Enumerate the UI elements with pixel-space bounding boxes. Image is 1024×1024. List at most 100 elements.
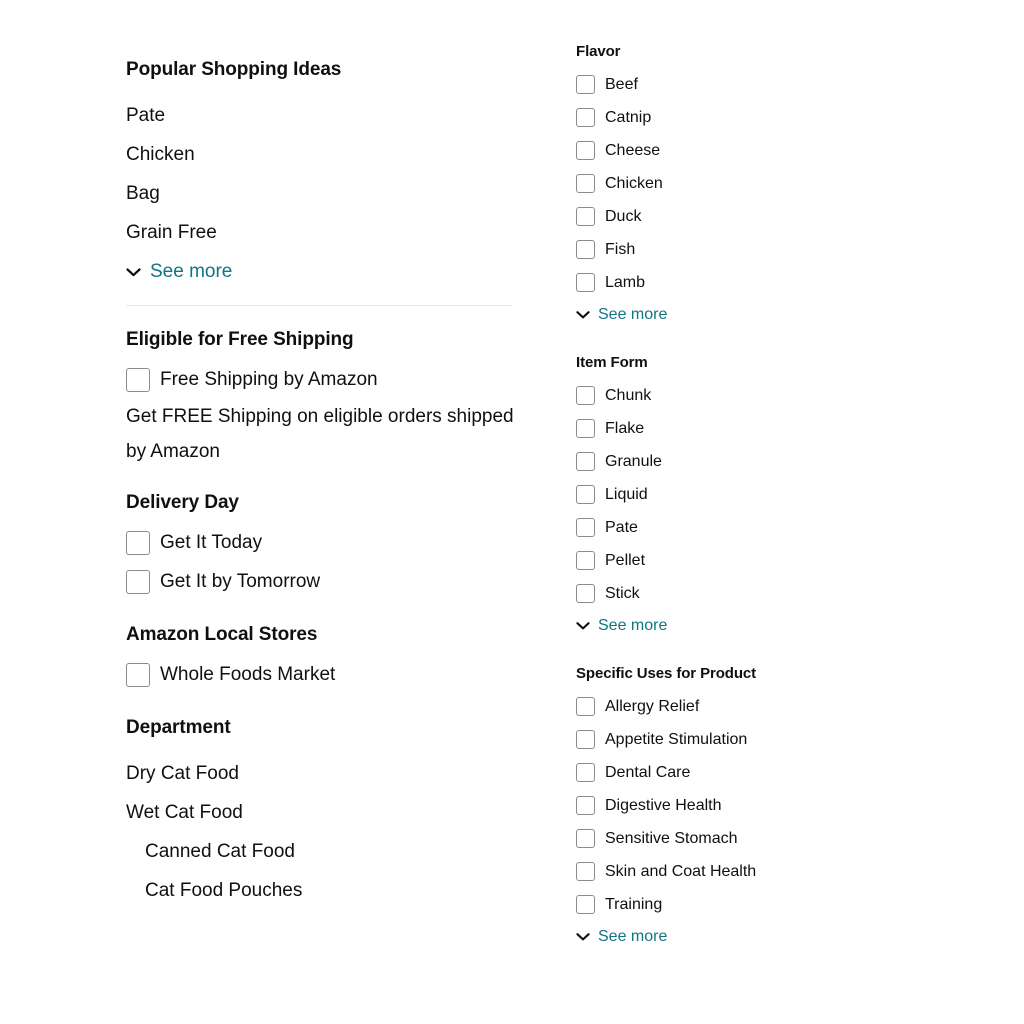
see-more-label: See more xyxy=(598,617,668,634)
filter-checkbox-label: Allergy Relief xyxy=(605,698,700,715)
filter-checkbox-row[interactable]: Pellet xyxy=(576,544,906,577)
chevron-down-icon xyxy=(576,620,590,632)
checkbox-icon[interactable] xyxy=(576,551,595,570)
filter-checkbox-label: Liquid xyxy=(605,486,648,503)
filter-checkbox-row[interactable]: Whole Foods Market xyxy=(126,655,526,694)
filter-checkbox-row[interactable]: Get It by Tomorrow xyxy=(126,562,526,601)
filter-checkbox-row[interactable]: Chunk xyxy=(576,379,906,412)
see-more-button-flavor[interactable]: See more xyxy=(576,301,906,329)
section-divider xyxy=(126,305,512,306)
filter-checkbox-row[interactable]: Chicken xyxy=(576,167,906,200)
filter-checkbox-row[interactable]: Skin and Coat Health xyxy=(576,855,906,888)
checkbox-icon[interactable] xyxy=(576,207,595,226)
checkbox-icon[interactable] xyxy=(576,419,595,438)
filter-checkbox-label: Cheese xyxy=(605,142,661,159)
filter-checkbox-label: Fish xyxy=(605,241,636,258)
filter-checkbox-row[interactable]: Dental Care xyxy=(576,756,906,789)
filter-link[interactable]: Cat Food Pouches xyxy=(126,871,526,910)
chevron-down-icon xyxy=(126,266,141,279)
filter-checkbox-row[interactable]: Catnip xyxy=(576,101,906,134)
filter-checkbox-label: Duck xyxy=(605,208,642,225)
filter-checkbox-row[interactable]: Flake xyxy=(576,412,906,445)
filter-options-list: Free Shipping by Amazon xyxy=(126,360,526,399)
see-more-button-item-form[interactable]: See more xyxy=(576,612,906,640)
filter-link[interactable]: Grain Free xyxy=(126,213,526,252)
filter-checkbox-row[interactable]: Pate xyxy=(576,511,906,544)
filter-checkbox-row[interactable]: Appetite Stimulation xyxy=(576,723,906,756)
see-more-label: See more xyxy=(598,928,668,945)
free-shipping-help-text: Get FREE Shipping on eligible orders shi… xyxy=(126,406,514,462)
checkbox-icon[interactable] xyxy=(576,796,595,815)
checkbox-icon[interactable] xyxy=(576,763,595,782)
checkbox-icon[interactable] xyxy=(576,174,595,193)
checkbox-icon[interactable] xyxy=(576,386,595,405)
checkbox-icon[interactable] xyxy=(576,697,595,716)
filter-checkbox-row[interactable]: Duck xyxy=(576,200,906,233)
filter-checkbox-row[interactable]: Granule xyxy=(576,445,906,478)
filter-options-list: Pate Chicken Bag Grain Free xyxy=(126,96,526,252)
filter-section-specific-uses-for-product: Specific Uses for Product Allergy Relief A… xyxy=(576,664,906,951)
filter-checkbox-row[interactable]: Liquid xyxy=(576,478,906,511)
filter-checkbox-label: Stick xyxy=(605,585,640,602)
filter-checkbox-label: Dental Care xyxy=(605,764,691,781)
filter-link[interactable]: Dry Cat Food xyxy=(126,754,526,793)
filter-section-amazon-local-stores: Amazon Local Stores Whole Foods Market xyxy=(126,623,526,694)
checkbox-icon[interactable] xyxy=(126,569,150,594)
filter-checkbox-label: Chicken xyxy=(605,175,663,192)
checkbox-icon[interactable] xyxy=(576,75,595,94)
checkbox-icon[interactable] xyxy=(576,108,595,127)
checkbox-icon[interactable] xyxy=(576,862,595,881)
filter-checkbox-label: Training xyxy=(605,896,663,913)
checkbox-icon[interactable] xyxy=(576,829,595,848)
filter-link[interactable]: Wet Cat Food xyxy=(126,793,526,832)
see-more-label: See more xyxy=(598,306,668,323)
checkbox-icon[interactable] xyxy=(576,730,595,749)
section-title-item-form: Item Form xyxy=(576,354,648,371)
filter-section-popular-shopping-ideas: Popular Shopping Ideas Pate Chicken Bag Grai… xyxy=(126,58,526,288)
filter-checkbox-row[interactable]: Beef xyxy=(576,68,906,101)
filter-checkbox-label: Skin and Coat Health xyxy=(605,863,757,880)
filter-sidebar-panel: Popular Shopping Ideas Pate Chicken Bag Grai… xyxy=(0,0,1024,1024)
filter-checkbox-label: Pate xyxy=(605,519,638,536)
checkbox-icon[interactable] xyxy=(576,141,595,160)
filter-checkbox-row[interactable]: Get It Today xyxy=(126,523,526,562)
checkbox-icon[interactable] xyxy=(126,530,150,555)
checkbox-icon[interactable] xyxy=(576,584,595,603)
see-more-label: See more xyxy=(150,261,233,282)
checkbox-icon[interactable] xyxy=(126,367,150,392)
filter-checkbox-label: Granule xyxy=(605,453,662,470)
section-title-amazon-local-stores: Amazon Local Stores xyxy=(126,624,318,645)
section-title-eligible-for-free-shipping: Eligible for Free Shipping xyxy=(126,329,354,350)
filter-checkbox-row[interactable]: Training xyxy=(576,888,906,921)
checkbox-icon[interactable] xyxy=(576,240,595,259)
section-title-flavor: Flavor xyxy=(576,43,621,60)
filter-link[interactable]: Bag xyxy=(126,174,526,213)
checkbox-icon[interactable] xyxy=(576,518,595,537)
filter-link[interactable]: Chicken xyxy=(126,135,526,174)
filter-checkbox-row[interactable]: Allergy Relief xyxy=(576,690,906,723)
see-more-button-specific-uses-for-product[interactable]: See more xyxy=(576,923,906,951)
filter-checkbox-row[interactable]: Stick xyxy=(576,577,906,610)
checkbox-icon[interactable] xyxy=(576,273,595,292)
filter-checkbox-row[interactable]: Cheese xyxy=(576,134,906,167)
filter-section-item-form: Item Form Chunk Flake Granule Liquid Pate Pell… xyxy=(576,353,906,640)
filter-section-department: Department Dry Cat Food Wet Cat Food Canned… xyxy=(126,716,526,910)
filter-link[interactable]: Pate xyxy=(126,96,526,135)
filter-checkbox-label: Catnip xyxy=(605,109,652,126)
filter-checkbox-row[interactable]: Lamb xyxy=(576,266,906,299)
see-more-button-popular-shopping-ideas[interactable]: See more xyxy=(126,256,526,288)
filter-checkbox-label: Pellet xyxy=(605,552,646,569)
checkbox-icon[interactable] xyxy=(126,662,150,687)
filter-section-flavor: Flavor Beef Catnip Cheese Chicken Duck Fish Lam… xyxy=(576,42,906,329)
filter-checkbox-label: Flake xyxy=(605,420,645,437)
filter-checkbox-row[interactable]: Sensitive Stomach xyxy=(576,822,906,855)
filter-checkbox-row[interactable]: Digestive Health xyxy=(576,789,906,822)
chevron-down-icon xyxy=(576,931,590,943)
filter-checkbox-row[interactable]: Free Shipping by Amazon xyxy=(126,360,526,399)
filter-link[interactable]: Canned Cat Food xyxy=(126,832,526,871)
checkbox-icon[interactable] xyxy=(576,485,595,504)
filter-checkbox-label: Digestive Health xyxy=(605,797,722,814)
checkbox-icon[interactable] xyxy=(576,895,595,914)
checkbox-icon[interactable] xyxy=(576,452,595,471)
filter-checkbox-row[interactable]: Fish xyxy=(576,233,906,266)
